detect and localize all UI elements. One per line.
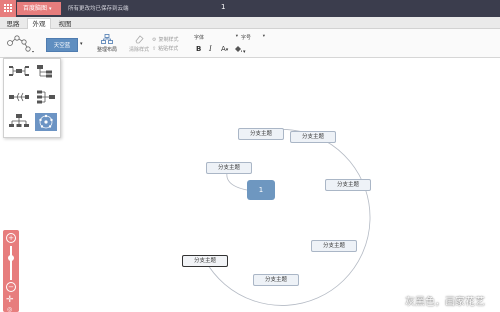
layout-org-chart-option[interactable]	[35, 88, 57, 106]
org-chart-layout-icon	[37, 90, 55, 104]
layout-fishbone-option[interactable]	[8, 88, 30, 106]
tab-view[interactable]: 视图	[53, 19, 77, 29]
structure-icon	[7, 35, 34, 53]
clear-style-label: 清除样式	[128, 47, 149, 53]
zoom-in-button[interactable]: +	[6, 233, 16, 243]
chevron-down-icon: ▾	[243, 49, 246, 55]
central-topic[interactable]: 1	[247, 180, 275, 200]
app-menu-button[interactable]: 百度脑图 ▾	[17, 2, 61, 15]
radial-layout-icon	[39, 114, 53, 129]
title-bar: 百度脑图 ▾ 所有更改均已保存到云端 1	[0, 0, 500, 17]
app-grid-icon[interactable]	[0, 0, 16, 17]
layout-logical-option[interactable]	[35, 62, 57, 80]
document-title[interactable]: 1	[221, 3, 225, 11]
font-color-button[interactable]: A▾	[221, 45, 228, 53]
font-family-select[interactable]: 字体 ▾	[194, 34, 238, 43]
branch-topic[interactable]: 分支主题	[311, 240, 357, 252]
fill-bucket-icon	[235, 46, 242, 52]
copy-style-label: 复制样式	[158, 37, 179, 43]
watermark: 灰黑色，画家花艺	[405, 297, 485, 308]
eraser-icon	[135, 35, 144, 44]
zoom-control: + − ✛ ◎	[3, 230, 19, 312]
toolbar: 天空蓝 ▾ 整理布局 清除样式 ⚙ 复制样式 ⇪ 粘贴样式 字体 ▾ 字号 ▾ B …	[0, 29, 500, 58]
app-menu-label: 百度脑图	[23, 5, 48, 12]
font-family-label: 字体	[194, 35, 205, 41]
layout-mind-map-option[interactable]	[8, 62, 30, 80]
copy-style-icon: ⚙	[152, 37, 157, 43]
zoom-out-button[interactable]: −	[6, 282, 16, 292]
chevron-down-icon: ▾	[235, 34, 238, 39]
theme-button[interactable]: 天空蓝	[46, 38, 78, 52]
relayout-icon	[101, 34, 113, 44]
font-size-select[interactable]: 字号 ▾	[241, 34, 265, 43]
chevron-down-icon: ▾	[49, 6, 52, 12]
structure-panel	[3, 58, 61, 138]
italic-button[interactable]: I	[209, 45, 212, 53]
fit-icon[interactable]: ◎	[7, 306, 12, 312]
chevron-down-icon: ▾	[262, 34, 265, 39]
branch-topic[interactable]: 分支主题	[206, 162, 252, 174]
paste-style-button[interactable]: ⇪ 粘贴样式	[152, 45, 178, 52]
tab-appearance[interactable]: 外观	[27, 18, 51, 29]
tab-bar: 思路 外观 视图	[0, 17, 500, 29]
branch-topic[interactable]: 分支主题	[290, 131, 336, 143]
clear-style-button[interactable]: 清除样式	[126, 34, 152, 53]
branch-topic-selected[interactable]: 分支主题	[182, 255, 228, 267]
relayout-button[interactable]: 整理布局	[94, 34, 120, 53]
mind-map-layout-icon	[9, 66, 29, 76]
tree-layout-icon	[9, 114, 29, 127]
chevron-down-icon: ▾	[225, 47, 229, 53]
save-status: 所有更改均已保存到云端	[68, 6, 129, 12]
layout-radial-option[interactable]	[35, 113, 57, 131]
font-size-label: 字号	[241, 35, 252, 41]
copy-style-button[interactable]: ⚙ 复制样式	[152, 36, 179, 43]
branch-topic[interactable]: 分支主题	[253, 274, 299, 286]
move-icon[interactable]: ✛	[6, 295, 14, 305]
relayout-label: 整理布局	[96, 47, 117, 53]
theme-dropdown-icon[interactable]: ▾	[80, 41, 83, 47]
structure-button[interactable]	[4, 33, 36, 55]
paste-style-label: 粘贴样式	[158, 46, 179, 52]
background-color-button[interactable]: ▾	[234, 45, 246, 55]
branch-topic[interactable]: 分支主题	[325, 179, 371, 191]
tab-idea[interactable]: 思路	[1, 19, 25, 29]
logical-layout-icon	[37, 65, 52, 78]
zoom-slider-handle[interactable]	[8, 255, 14, 261]
bold-button[interactable]: B	[196, 45, 201, 53]
branch-topic[interactable]: 分支主题	[238, 128, 284, 140]
paste-style-icon: ⇪	[152, 46, 157, 52]
fishbone-layout-icon	[9, 92, 29, 102]
layout-tree-option[interactable]	[8, 113, 30, 131]
zoom-slider-track[interactable]	[10, 246, 12, 280]
